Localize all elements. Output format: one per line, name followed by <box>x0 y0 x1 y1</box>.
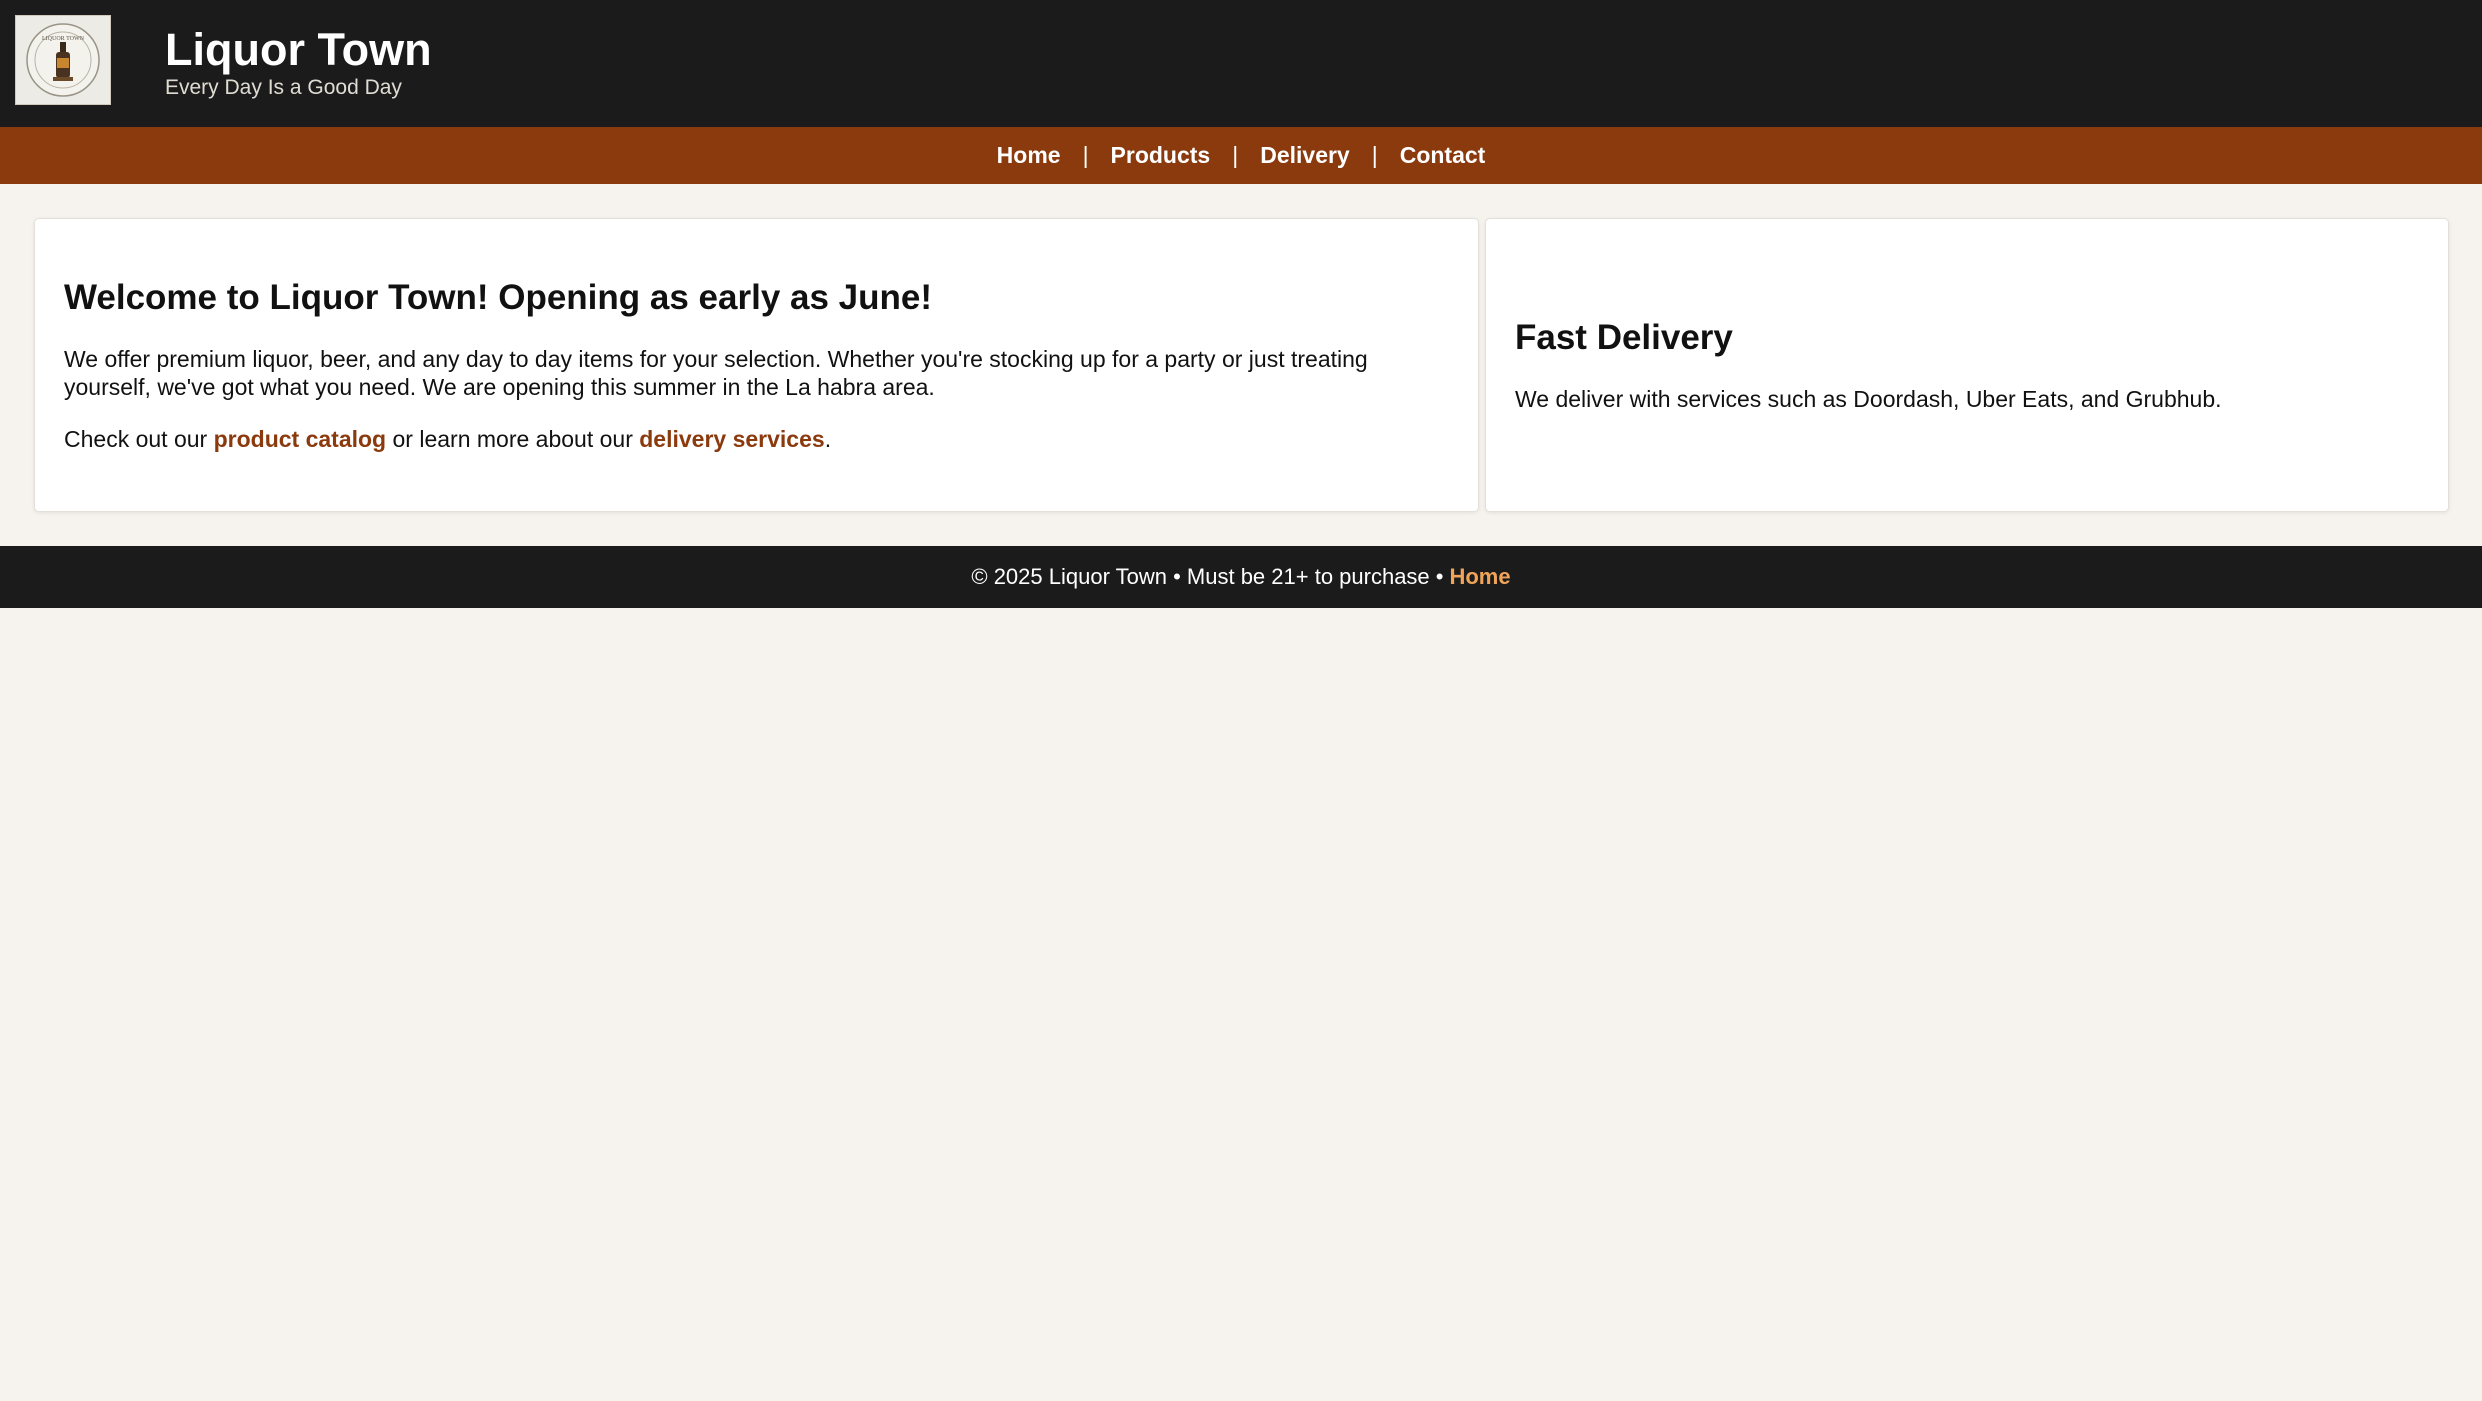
nav-link-products[interactable]: Products <box>1111 142 1211 169</box>
delivery-heading: Fast Delivery <box>1515 318 1733 357</box>
nav-link-delivery[interactable]: Delivery <box>1260 142 1350 169</box>
delivery-services-link[interactable]: delivery services <box>639 426 824 452</box>
welcome-cta: Check out our product catalog or learn m… <box>64 425 1449 453</box>
footer-text: © 2025 Liquor Town • Must be 21+ to purc… <box>971 564 1444 589</box>
nav-link-home[interactable]: Home <box>997 142 1061 169</box>
main-nav: Home | Products | Delivery | Contact <box>0 127 2482 184</box>
product-catalog-link[interactable]: product catalog <box>214 426 387 452</box>
site-title: Liquor Town <box>165 24 432 75</box>
main-content: Welcome to Liquor Town! Opening as early… <box>0 184 2482 546</box>
site-footer: © 2025 Liquor Town • Must be 21+ to purc… <box>0 546 2482 608</box>
cta-text-middle: or learn more about our <box>392 426 633 452</box>
site-header: LIQUOR TOWN Liquor Town Every Day Is a G… <box>0 0 2482 127</box>
svg-text:LIQUOR TOWN: LIQUOR TOWN <box>42 36 85 42</box>
cta-text-end: . <box>824 426 832 452</box>
cta-text-before: Check out our <box>64 426 208 452</box>
welcome-heading: Welcome to Liquor Town! Opening as early… <box>64 278 933 317</box>
logo[interactable]: LIQUOR TOWN <box>15 15 111 105</box>
delivery-card: Fast Delivery We deliver with services s… <box>1485 218 2449 512</box>
liquor-bottle-badge-icon: LIQUOR TOWN <box>26 23 100 97</box>
nav-separator: | <box>1232 142 1239 168</box>
nav-separator: | <box>1082 142 1089 168</box>
nav-link-contact[interactable]: Contact <box>1400 142 1486 169</box>
delivery-paragraph: We deliver with services such as Doordas… <box>1515 386 2222 412</box>
welcome-paragraph: We offer premium liquor, beer, and any d… <box>64 346 1368 400</box>
welcome-card: Welcome to Liquor Town! Opening as early… <box>34 218 1479 512</box>
footer-home-link[interactable]: Home <box>1449 564 1510 590</box>
nav-separator: | <box>1371 142 1378 168</box>
site-tagline: Every Day Is a Good Day <box>165 76 402 99</box>
